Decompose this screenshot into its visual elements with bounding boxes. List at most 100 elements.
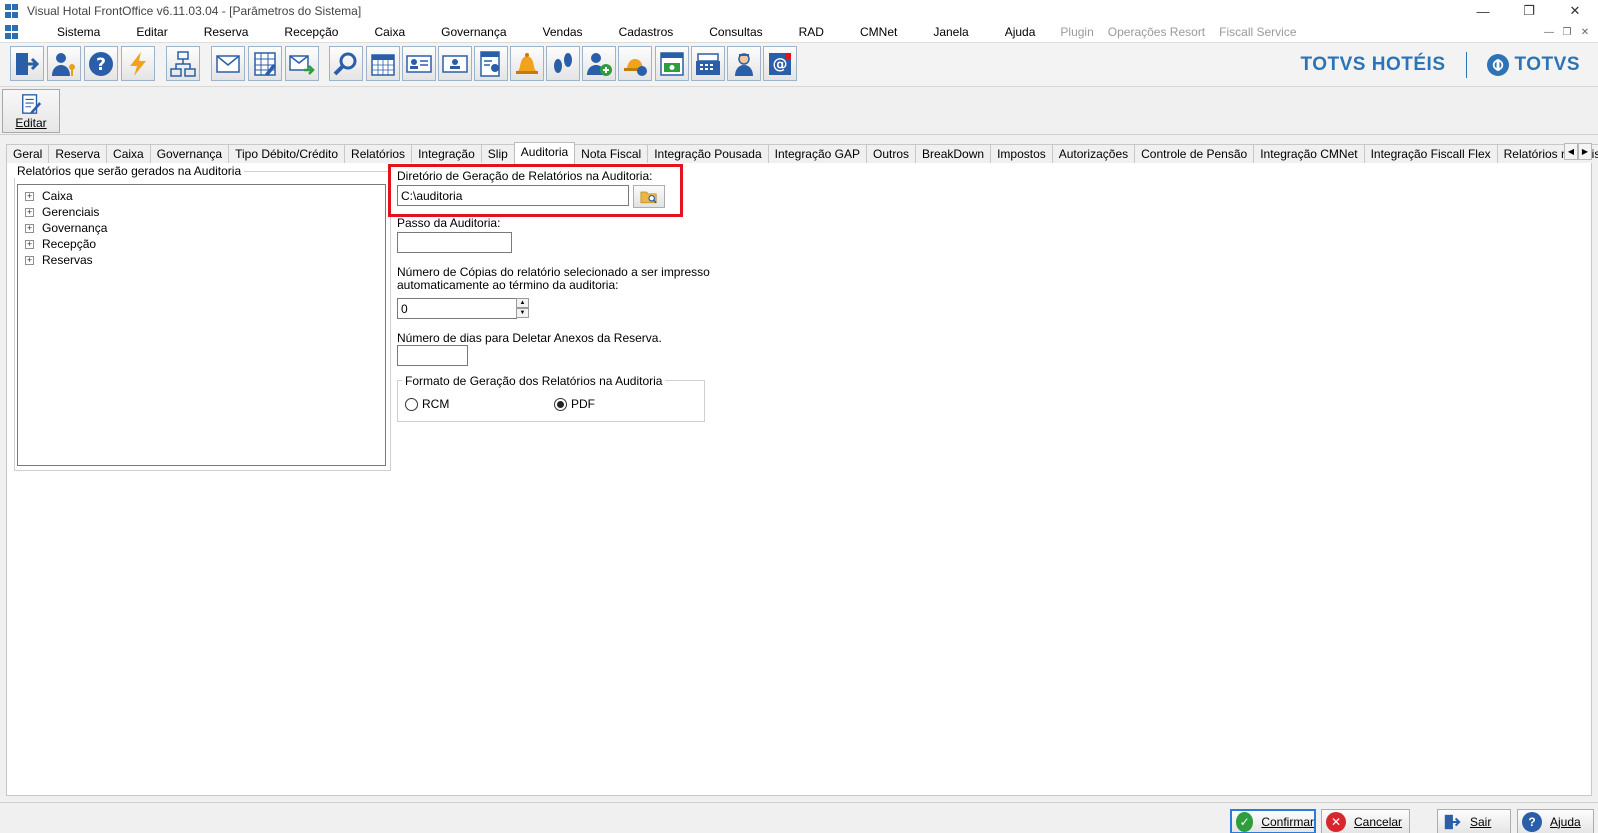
- tab-integracao-fiscall-flex[interactable]: Integração Fiscall Flex: [1363, 144, 1498, 163]
- menu-vendas[interactable]: Vendas: [525, 22, 601, 43]
- toolbar-mail-button[interactable]: [211, 46, 245, 81]
- toolbar-cash-register-button[interactable]: [691, 46, 725, 81]
- browse-folder-button[interactable]: [633, 185, 665, 208]
- days-input[interactable]: [397, 345, 468, 366]
- email-at-icon: @: [769, 52, 791, 75]
- toolbar-calculator-button[interactable]: [248, 46, 282, 81]
- menu-reserva[interactable]: Reserva: [186, 22, 267, 43]
- reports-tree[interactable]: + Caixa + Gerenciais + Governança + Rece…: [17, 184, 386, 466]
- expand-icon[interactable]: +: [25, 255, 34, 265]
- exit-label: Sair: [1470, 814, 1492, 829]
- toolbar-email-at-button[interactable]: @: [763, 46, 797, 81]
- toolbar-lightning-button[interactable]: [121, 46, 155, 81]
- tree-item-governanca[interactable]: + Governança: [25, 220, 107, 236]
- tab-slip[interactable]: Slip: [480, 144, 515, 163]
- tree-item-label: Caixa: [42, 189, 73, 203]
- menu-cmnet[interactable]: CMNet: [842, 22, 915, 43]
- menu-sistema[interactable]: Sistema: [39, 22, 118, 43]
- toolbar-calendar-button[interactable]: [366, 46, 400, 81]
- radio-label-rcm: RCM: [422, 397, 450, 411]
- toolbar-maid-button[interactable]: [727, 46, 761, 81]
- menu-governanca[interactable]: Governança: [423, 22, 524, 43]
- toolbar-report-user-button[interactable]: [474, 46, 508, 81]
- format-radio-rcm[interactable]: RCM: [405, 397, 449, 411]
- expand-icon[interactable]: +: [25, 191, 34, 201]
- toolbar-id-card-alt-button[interactable]: [438, 46, 472, 81]
- edit-button[interactable]: Editar: [2, 89, 60, 133]
- tree-item-caixa[interactable]: + Caixa: [25, 188, 73, 204]
- tab-geral[interactable]: Geral: [6, 144, 50, 163]
- menu-recepcao[interactable]: Recepção: [266, 22, 356, 43]
- menu-ajuda[interactable]: Ajuda: [987, 22, 1054, 43]
- tab-reserva[interactable]: Reserva: [48, 144, 108, 163]
- minimize-icon[interactable]: —: [1460, 0, 1506, 22]
- restore-icon[interactable]: ❐: [1506, 0, 1552, 22]
- menu-caixa[interactable]: Caixa: [356, 22, 423, 43]
- folder-search-icon: [640, 191, 657, 204]
- menu-editar[interactable]: Editar: [118, 22, 185, 43]
- tree-item-recepcao[interactable]: + Recepção: [25, 236, 96, 252]
- toolbar-network-button[interactable]: [166, 46, 200, 81]
- tab-integracao-pousada[interactable]: Integração Pousada: [647, 144, 769, 163]
- step-input[interactable]: [397, 232, 512, 253]
- tab-autorizacoes[interactable]: Autorizações: [1051, 144, 1136, 163]
- tab-integracao-cmnet[interactable]: Integração CMNet: [1253, 144, 1365, 163]
- stepper-down-icon[interactable]: ▼: [516, 308, 529, 318]
- toolbar-money-button[interactable]: [655, 46, 689, 81]
- menu-consultas[interactable]: Consultas: [691, 22, 780, 43]
- menu-janela[interactable]: Janela: [915, 22, 986, 43]
- toolbar-footprints-button[interactable]: [546, 46, 580, 81]
- calculator-icon: [254, 51, 276, 76]
- tree-item-label: Reservas: [42, 253, 93, 267]
- tab-auditoria[interactable]: Auditoria: [513, 142, 576, 164]
- tab-scroll-right-icon[interactable]: ▶: [1578, 143, 1592, 160]
- radio-circle-selected[interactable]: [554, 397, 567, 411]
- tree-item-reservas[interactable]: + Reservas: [25, 252, 93, 268]
- expand-icon[interactable]: +: [25, 239, 34, 249]
- tree-item-gerenciais[interactable]: + Gerenciais: [25, 204, 99, 220]
- tab-integracao[interactable]: Integração: [411, 144, 482, 163]
- toolbar-bell-button[interactable]: [510, 46, 544, 81]
- toolbar-mail-send-button[interactable]: [285, 46, 319, 81]
- format-radio-pdf[interactable]: PDF: [554, 397, 595, 411]
- step-label: Passo da Auditoria:: [397, 216, 501, 230]
- copies-label-line1: Número de Cópias do relatório selecionad…: [397, 265, 710, 279]
- toolbar-search-button[interactable]: [329, 46, 363, 81]
- exit-button[interactable]: Sair: [1437, 809, 1511, 833]
- tab-controle-de-pensao[interactable]: Controle de Pensão: [1134, 144, 1255, 163]
- user-key-icon: [52, 52, 75, 76]
- tab-integracao-gap[interactable]: Integração GAP: [767, 144, 868, 163]
- copies-input[interactable]: [397, 298, 517, 319]
- toolbar-user-key-button[interactable]: [47, 46, 81, 81]
- toolbar-add-user-button[interactable]: [582, 46, 616, 81]
- toolbar-reception-button[interactable]: [618, 46, 652, 81]
- tab-governanca[interactable]: Governança: [149, 144, 230, 163]
- tab-nota-fiscal[interactable]: Nota Fiscal: [574, 144, 649, 163]
- toolbar-id-card-button[interactable]: [402, 46, 436, 81]
- mdi-close-icon[interactable]: ✕: [1576, 27, 1594, 38]
- toolbar-exit-button[interactable]: [10, 46, 44, 81]
- tab-caixa[interactable]: Caixa: [106, 144, 151, 163]
- stepper-up-icon[interactable]: ▲: [516, 298, 529, 308]
- expand-icon[interactable]: +: [25, 223, 34, 233]
- menu-cadastros[interactable]: Cadastros: [601, 22, 692, 43]
- tab-impostos[interactable]: Impostos: [990, 144, 1053, 163]
- cancel-button[interactable]: ✕ Cancelar: [1321, 809, 1410, 833]
- tab-relatorios[interactable]: Relatórios: [344, 144, 413, 163]
- expand-icon[interactable]: +: [25, 207, 34, 217]
- tab-breakdown[interactable]: BreakDown: [915, 144, 992, 163]
- radio-circle[interactable]: [405, 397, 418, 411]
- help-button[interactable]: ? Ajuda: [1517, 809, 1594, 833]
- mdi-app-icon[interactable]: [5, 25, 19, 39]
- close-icon[interactable]: ✕: [1552, 0, 1598, 22]
- confirm-button[interactable]: ✓ Confirmar: [1230, 809, 1316, 833]
- directory-input[interactable]: [397, 185, 629, 206]
- menu-rad[interactable]: RAD: [781, 22, 842, 43]
- toolbar-help-button[interactable]: ?: [84, 46, 118, 81]
- mdi-minimize-icon[interactable]: —: [1540, 27, 1558, 38]
- tab-scroll-left-icon[interactable]: ◀: [1564, 143, 1578, 160]
- tab-tipo-debito-credito[interactable]: Tipo Débito/Crédito: [228, 144, 346, 163]
- search-icon: [333, 52, 357, 75]
- tab-outros[interactable]: Outros: [866, 144, 917, 163]
- mdi-restore-icon[interactable]: ❐: [1558, 27, 1576, 38]
